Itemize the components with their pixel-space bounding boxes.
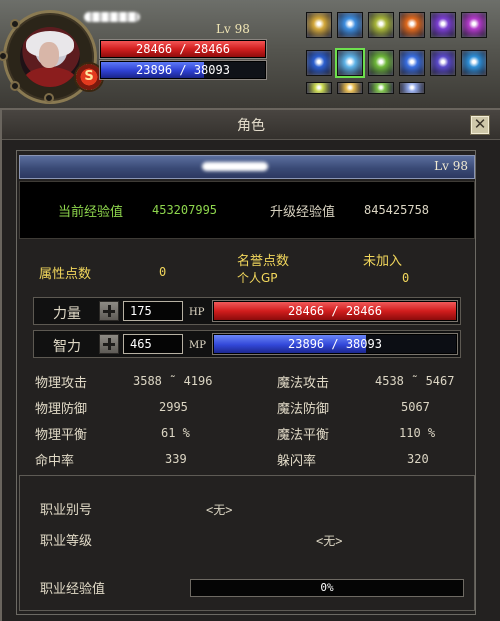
hp-bar-label: HP (189, 307, 205, 318)
player-hud: S Lv 98 28466 / 28466 23896 / 38093 (0, 0, 500, 108)
job-exp-label: 职业经验值 (40, 582, 106, 597)
hud-hp-text: 28466 / 28466 (136, 42, 230, 56)
intelligence-label: 智力 (53, 339, 81, 355)
lightning-skill-icon[interactable] (306, 82, 332, 94)
arcane-orb-skill-icon[interactable] (430, 12, 456, 38)
character-portrait[interactable] (20, 27, 80, 87)
green-aura-skill-icon[interactable] (368, 50, 394, 76)
hud-mp-text: 23896 / 38093 (136, 63, 230, 77)
void-sphere-skill-icon[interactable] (430, 50, 456, 76)
window-title: 角色 (237, 118, 265, 134)
hit-rate-label: 命中率 (35, 454, 75, 469)
phys-def-value: 2995 (159, 400, 188, 414)
current-exp-label: 当前经验值 (58, 205, 124, 220)
job-panel: 职业别号 <无> 职业等级 <无> 职业经验值 0% (19, 475, 475, 611)
hp-bar-text: 28466 / 28466 (288, 304, 382, 318)
character-name-redacted (202, 162, 268, 171)
next-exp-label: 升级经验值 (270, 205, 336, 220)
hit-rate-value: 339 (165, 452, 187, 466)
close-icon: ✕ (473, 115, 487, 133)
mag-def-value: 5067 (401, 400, 430, 414)
mag-balance-label: 魔法平衡 (277, 428, 330, 443)
honor-status: 未加入 (363, 254, 403, 269)
strength-value: 175 (123, 301, 183, 321)
hud-level: Lv 98 (216, 22, 250, 36)
nature-skill-icon[interactable] (368, 82, 394, 94)
close-button[interactable]: ✕ (470, 115, 490, 135)
add-strength-button[interactable] (99, 301, 119, 321)
frame-rivet (0, 51, 8, 61)
window-titlebar[interactable]: 角色 ✕ (2, 110, 500, 140)
frame-rivet (10, 19, 20, 29)
water-wave-skill-icon[interactable] (306, 50, 332, 76)
ice-burst-skill-icon[interactable] (337, 12, 363, 38)
attribute-panel: 属性点数 0 名誉点数 未加入 个人GP 0 力量 175 HP 28466 /… (19, 241, 475, 469)
phys-balance-label: 物理平衡 (35, 428, 88, 443)
character-level: Lv 98 (434, 159, 468, 173)
phys-atk-label: 物理攻击 (35, 376, 88, 391)
dodge-rate-label: 躲闪率 (277, 454, 317, 469)
personal-gp-label: 个人GP (237, 271, 278, 285)
ice-arc-skill-icon[interactable] (399, 82, 425, 94)
next-exp-value: 845425758 (364, 203, 430, 217)
mp-bar: 23896 / 38093 (213, 334, 457, 354)
hud-mp-bar: 23896 / 38093 (100, 61, 266, 79)
job-alias-label: 职业别号 (40, 503, 93, 518)
hp-bar: 28466 / 28466 (213, 301, 457, 321)
job-level-value: <无> (316, 534, 343, 548)
character-name-redacted (84, 12, 140, 22)
hud-hp-bar: 28466 / 28466 (100, 40, 266, 58)
mp-bar-label: MP (189, 340, 206, 351)
phys-atk-value: 3588 ˜ 4196 (133, 374, 213, 388)
current-exp-value: 453207995 (152, 203, 218, 217)
frame-rivet (44, 93, 54, 103)
scroll-skill-icon[interactable] (306, 12, 332, 38)
blue-flare-skill-icon[interactable] (399, 50, 425, 76)
phys-balance-value: 61 % (161, 426, 190, 440)
add-intelligence-button[interactable] (99, 334, 119, 354)
fire-skill-icon[interactable] (399, 12, 425, 38)
attribute-points-value: 0 (159, 265, 167, 279)
mag-atk-label: 魔法攻击 (277, 376, 330, 391)
strength-label: 力量 (53, 306, 81, 322)
intelligence-value: 465 (123, 334, 183, 354)
goblin-summon-skill-icon[interactable] (368, 12, 394, 38)
mag-atk-value: 4538 ˜ 5467 (375, 374, 455, 388)
honor-points-label: 名誉点数 (237, 254, 290, 269)
attribute-points-label: 属性点数 (39, 267, 92, 282)
storm-skill-icon[interactable] (461, 50, 487, 76)
job-level-label: 职业等级 (40, 534, 93, 549)
job-exp-text: 0% (320, 581, 334, 594)
phys-def-label: 物理防御 (35, 402, 88, 417)
dodge-rate-value: 320 (407, 452, 429, 466)
frost-shield-skill-icon[interactable] (335, 48, 365, 78)
purple-pulse-skill-icon[interactable] (461, 12, 487, 38)
character-window: 角色 ✕ Lv 98 当前经验值 453207995 升级经验值 8454257… (0, 108, 500, 621)
frame-rivet (10, 81, 20, 91)
experience-panel: 当前经验值 453207995 升级经验值 845425758 (19, 181, 475, 239)
personal-gp-value: 0 (402, 271, 410, 285)
character-card: Lv 98 当前经验值 453207995 升级经验值 845425758 属性… (16, 150, 476, 615)
mag-balance-value: 110 % (399, 426, 436, 440)
sunburst-skill-icon[interactable] (337, 82, 363, 94)
job-alias-value: <无> (206, 503, 233, 517)
mag-def-label: 魔法防御 (277, 402, 330, 417)
job-exp-bar: 0% (190, 579, 464, 597)
mp-bar-text: 23896 / 38093 (288, 337, 382, 351)
name-bar: Lv 98 (19, 155, 475, 179)
